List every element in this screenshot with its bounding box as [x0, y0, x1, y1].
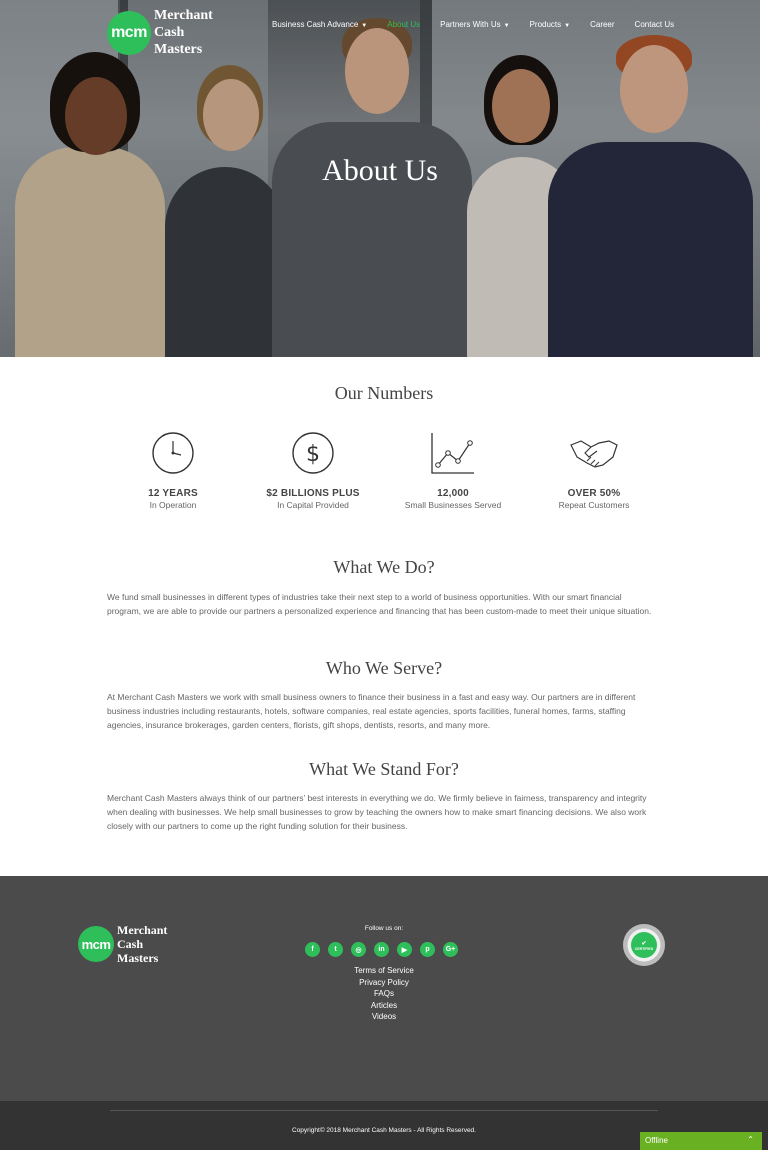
- stat-years: 12 YEARS In Operation: [98, 430, 248, 510]
- certified-badge: ✔ CERTIFIED: [623, 924, 665, 966]
- numbers-title: Our Numbers: [334, 383, 434, 403]
- stat-value: OVER 50%: [567, 488, 621, 499]
- logo-badge: mcm: [107, 10, 151, 55]
- stat-label: Repeat Customers: [558, 500, 630, 510]
- certified-check-icon: ✔: [641, 940, 647, 947]
- footer-link-articles[interactable]: Articles: [0, 1000, 768, 1012]
- twitter-icon[interactable]: t: [328, 942, 343, 957]
- pinterest-icon[interactable]: p: [420, 942, 435, 957]
- brand-logo[interactable]: mcm Merchant Cash Masters: [107, 7, 213, 58]
- stand-for-text: Merchant Cash Masters always think of ou…: [107, 793, 647, 831]
- stat-value: 12,000: [437, 488, 469, 499]
- what-we-do-text: We fund small businesses in different ty…: [107, 592, 652, 616]
- stat-repeat: OVER 50% Repeat Customers: [519, 430, 669, 510]
- facebook-icon[interactable]: f: [305, 942, 320, 957]
- footer-link-terms[interactable]: Terms of Service: [0, 965, 768, 977]
- logo-wordmark: Merchant Cash Masters: [154, 8, 213, 57]
- stat-label: Small Businesses Served: [404, 500, 502, 510]
- nav-partners-with-us[interactable]: Partners With Us ▼: [440, 20, 509, 29]
- who-we-serve-text: At Merchant Cash Masters we work with sm…: [107, 692, 636, 730]
- footer-link-privacy[interactable]: Privacy Policy: [0, 977, 768, 989]
- footer-links: Terms of Service Privacy Policy FAQs Art…: [0, 965, 768, 1023]
- growth-chart-icon: [378, 430, 528, 476]
- chevron-down-icon: ▼: [503, 23, 510, 29]
- site-footer: mcm Merchant Cash Masters Follow us on: …: [0, 876, 768, 1101]
- nav-contact-us[interactable]: Contact Us: [635, 20, 675, 29]
- clock-icon: [98, 430, 248, 476]
- linkedin-icon[interactable]: in: [374, 942, 389, 957]
- chat-widget[interactable]: Offline ⌃: [640, 1132, 762, 1150]
- stat-value: 12 YEARS: [148, 488, 198, 499]
- dollar-icon: $: [238, 430, 388, 476]
- nav-products[interactable]: Products ▼: [530, 20, 571, 29]
- handshake-icon: [519, 430, 669, 476]
- chevron-down-icon: ▼: [361, 23, 368, 29]
- nav-business-cash-advance[interactable]: Business Cash Advance ▼: [272, 20, 367, 29]
- nav-about-us[interactable]: About Us: [387, 20, 420, 29]
- chevron-down-icon: ▼: [564, 23, 571, 29]
- hero-banner: mcm Merchant Cash Masters Business Cash …: [0, 0, 760, 357]
- svg-text:$: $: [306, 442, 320, 467]
- who-we-serve-title: Who We Serve?: [325, 658, 443, 678]
- footer-link-faqs[interactable]: FAQs: [0, 988, 768, 1000]
- stat-label: In Capital Provided: [277, 500, 349, 510]
- footer-link-videos[interactable]: Videos: [0, 1011, 768, 1023]
- divider: [110, 1110, 658, 1111]
- what-we-do-title: What We Do?: [333, 557, 435, 577]
- main-nav: Business Cash Advance ▼ About Us Partners…: [272, 20, 694, 29]
- stat-label: In Operation: [149, 500, 197, 510]
- stat-businesses: 12,000 Small Businesses Served: [378, 430, 528, 510]
- instagram-icon[interactable]: ◎: [351, 942, 366, 957]
- chevron-up-icon: ⌃: [747, 1135, 754, 1144]
- stat-value: $2 BILLIONS PLUS: [266, 488, 360, 499]
- google-plus-icon[interactable]: G+: [443, 942, 458, 957]
- stat-capital: $ $2 BILLIONS PLUS In Capital Provided: [238, 430, 388, 510]
- social-links: f t ◎ in ▶ p G+: [305, 942, 458, 957]
- stand-for-title: What We Stand For?: [309, 759, 459, 779]
- nav-career[interactable]: Career: [590, 20, 614, 29]
- chat-status: Offline: [645, 1136, 668, 1145]
- youtube-icon[interactable]: ▶: [397, 942, 412, 957]
- page-title: About Us: [322, 154, 438, 187]
